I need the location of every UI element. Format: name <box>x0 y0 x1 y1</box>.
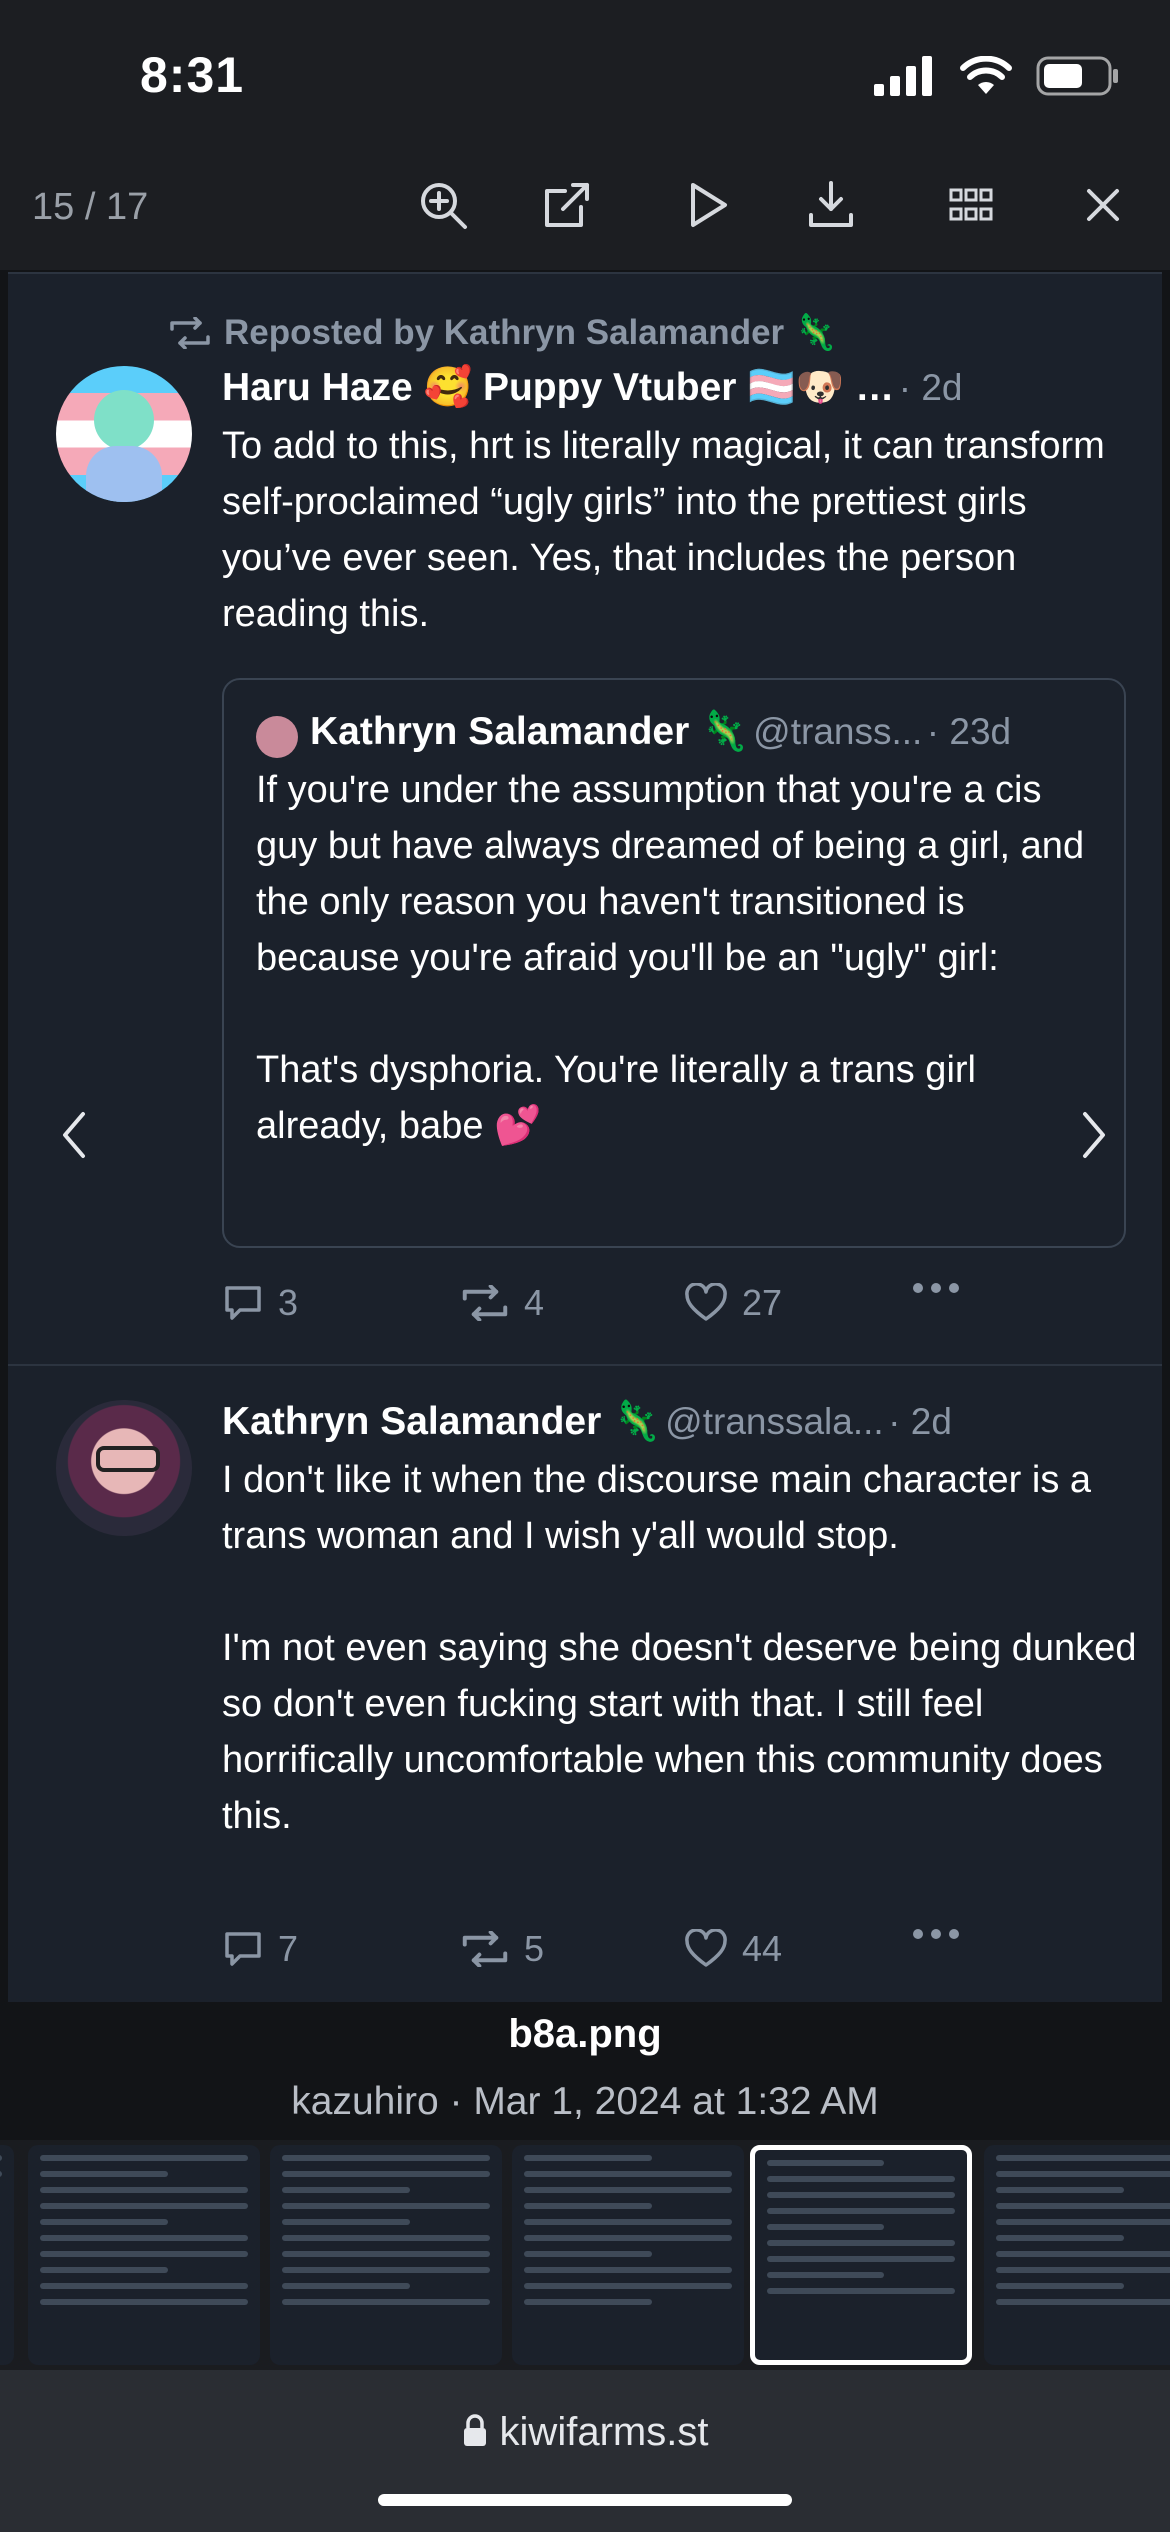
tweet-header: Haru Haze 🥰 Puppy Vtuber 🏳️‍⚧️🐶 … · 2d <box>222 364 963 410</box>
repost-button[interactable]: 4 <box>460 1282 544 1324</box>
open-external-icon[interactable] <box>532 170 602 240</box>
avatar[interactable] <box>56 366 192 502</box>
thumbnail[interactable] <box>512 2145 744 2365</box>
close-icon[interactable] <box>1068 170 1138 240</box>
play-icon[interactable] <box>672 170 742 240</box>
repost-icon <box>170 316 210 349</box>
avatar[interactable] <box>56 1400 192 1536</box>
repost-button[interactable]: 5 <box>460 1928 544 1970</box>
repost-icon <box>462 1285 508 1321</box>
image-meta: kazuhiro · Mar 1, 2024 at 1:32 AM <box>291 2080 879 2123</box>
chevron-right-icon <box>1083 1112 1105 1158</box>
repost-label: Reposted by Kathryn Salamander 🦎 <box>224 313 838 352</box>
thumbnail[interactable] <box>270 2145 502 2365</box>
reply-count: 7 <box>278 1928 299 1969</box>
status-icons <box>874 56 1120 96</box>
reply-icon <box>225 1932 261 1966</box>
author-name[interactable]: Kathryn Salamander 🦎 <box>222 1400 661 1443</box>
thumbnail-selected[interactable] <box>750 2145 972 2365</box>
quote-header: Kathryn Salamander 🦎 @transs... · 23d <box>310 708 1011 754</box>
tweet-header: Kathryn Salamander 🦎 @transsala... · 2d <box>222 1398 952 1444</box>
home-indicator[interactable] <box>378 2494 792 2506</box>
url-field[interactable]: kiwifarms.st <box>0 2410 1170 2455</box>
repost-count: 4 <box>524 1282 545 1323</box>
download-icon[interactable] <box>796 170 866 240</box>
avatar <box>256 716 298 758</box>
handle[interactable]: @transsala... <box>665 1401 884 1442</box>
screenshot-image: Reposted by Kathryn Salamander 🦎 Haru Ha… <box>8 272 1162 2002</box>
reply-button[interactable]: 3 <box>222 1282 298 1324</box>
repost-count: 5 <box>524 1928 545 1969</box>
zoom-in-icon[interactable] <box>408 170 478 240</box>
more-icon <box>913 1283 959 1293</box>
heart-icon <box>685 1929 727 1967</box>
divider <box>8 1364 1162 1366</box>
next-image-button[interactable] <box>1064 1090 1124 1180</box>
timestamp: · 23d <box>926 711 1012 752</box>
timestamp[interactable]: · 2d <box>899 367 963 408</box>
thumbnail[interactable] <box>0 2145 14 2365</box>
timestamp[interactable]: · 2d <box>888 1401 952 1442</box>
like-button[interactable]: 27 <box>684 1282 782 1324</box>
more-options-button[interactable] <box>912 1282 960 1294</box>
quote-text: If you're under the assumption that you'… <box>256 769 1085 1147</box>
like-count: 44 <box>742 1928 783 1969</box>
more-options-button[interactable] <box>912 1928 960 1940</box>
reply-icon <box>225 1286 261 1320</box>
grid-icon[interactable] <box>936 170 1006 240</box>
cellular-signal-icon <box>874 56 932 96</box>
author-name: Kathryn Salamander 🦎 <box>310 710 749 753</box>
battery-icon <box>1036 56 1118 96</box>
lock-icon <box>463 2414 486 2446</box>
heart-icon <box>685 1283 727 1321</box>
thumbnail[interactable] <box>984 2145 1170 2365</box>
more-icon <box>913 1929 959 1939</box>
reply-count: 3 <box>278 1282 299 1323</box>
like-button[interactable]: 44 <box>684 1928 782 1970</box>
post-text: I don't like it when the discourse main … <box>222 1459 1137 1837</box>
repost-icon <box>462 1931 508 1967</box>
page-counter: 15 / 17 <box>32 186 149 228</box>
image-filename: b8a.png <box>508 2012 662 2056</box>
post-text: To add to this, hrt is literally magical… <box>222 425 1116 635</box>
previous-image-button[interactable] <box>44 1090 104 1180</box>
author-name[interactable]: Haru Haze 🥰 Puppy Vtuber 🏳️‍⚧️🐶 … <box>222 366 894 409</box>
status-time: 8:31 <box>140 47 245 103</box>
thumbnail[interactable] <box>28 2145 260 2365</box>
wifi-icon <box>960 56 1012 94</box>
chevron-left-icon <box>63 1112 85 1158</box>
url-text: kiwifarms.st <box>499 2410 709 2454</box>
repost-indicator: Reposted by Kathryn Salamander 🦎 <box>168 312 837 353</box>
handle: @transs... <box>753 711 923 752</box>
reply-button[interactable]: 7 <box>222 1928 298 1970</box>
divider <box>8 272 1162 274</box>
like-count: 27 <box>742 1282 783 1323</box>
